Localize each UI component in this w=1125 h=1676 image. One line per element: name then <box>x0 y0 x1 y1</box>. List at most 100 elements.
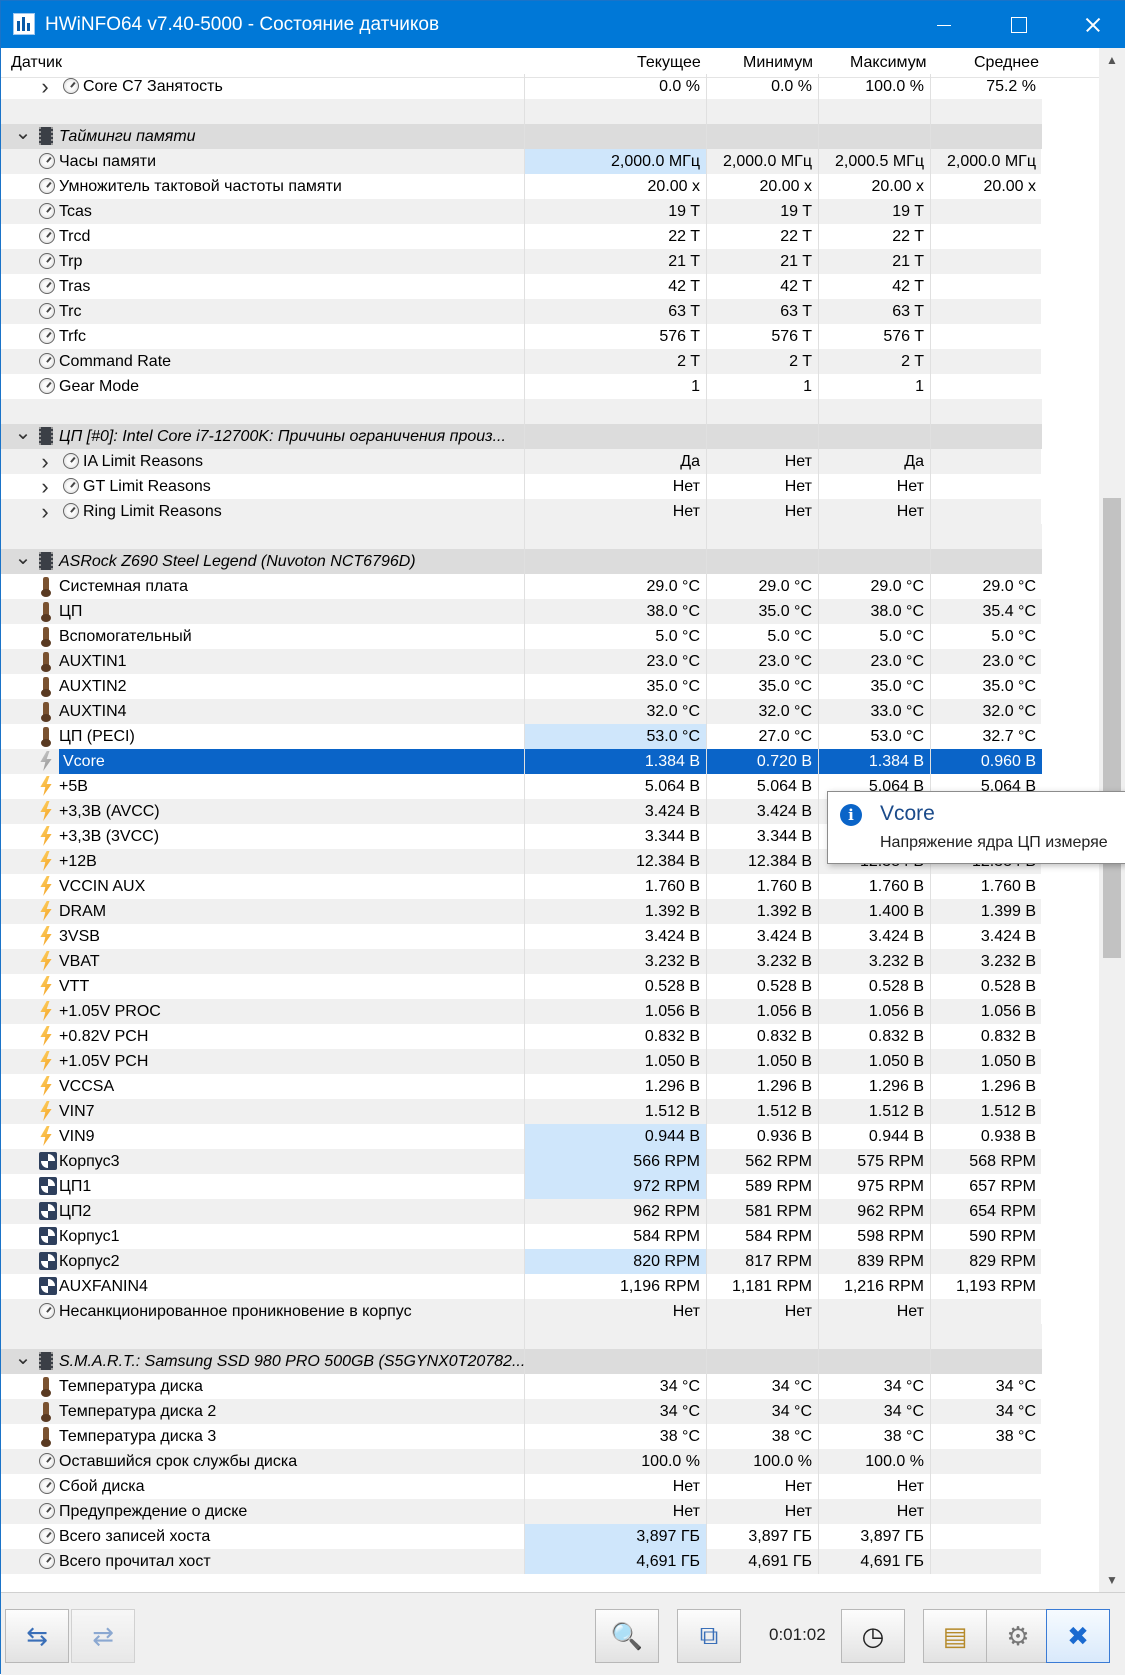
maximum-value: 5.0 °C <box>818 624 930 649</box>
clock-icon <box>39 378 55 394</box>
sensor-row[interactable]: 3VSB 3.424 В 3.424 В 3.424 В 3.424 В <box>1 924 1041 949</box>
sensor-row[interactable]: Системная плата 29.0 °C 29.0 °C 29.0 °C 29.0… <box>1 574 1041 599</box>
sensor-name-cell: Температура диска 3 <box>1 1424 524 1449</box>
voltage-bolt-icon <box>40 976 52 996</box>
collapse-chevron-icon[interactable]: ⌄ <box>13 423 33 449</box>
sensor-row[interactable]: VBAT 3.232 В 3.232 В 3.232 В 3.232 В <box>1 949 1041 974</box>
expand-chevron-icon[interactable]: › <box>35 449 55 474</box>
sensor-name-cell: › Core C7 Занятость <box>1 74 524 99</box>
toolbar-bottom: ⇆ ⇄ 🔍 ⧉ 0:01:02 ◷ ▤ ⚙ ✖ <box>1 1592 1125 1675</box>
sensor-row[interactable]: Сбой диска Нет Нет Нет <box>1 1474 1041 1499</box>
maximize-button[interactable] <box>983 1 1053 48</box>
sensor-row[interactable]: Температура диска 2 34 °C 34 °C 34 °C 34 °C <box>1 1399 1041 1424</box>
reset-timer-button[interactable]: ◷ <box>841 1609 905 1663</box>
search-sensors-button[interactable]: 🔍 <box>595 1609 659 1663</box>
sensor-row[interactable]: VTT 0.528 В 0.528 В 0.528 В 0.528 В <box>1 974 1041 999</box>
sensor-row[interactable]: Умножитель тактовой частоты памяти 20.00 … <box>1 174 1041 199</box>
sensor-name-cell: +12В <box>1 849 524 874</box>
scroll-down-icon[interactable]: ▼ <box>1099 1568 1125 1592</box>
scrollbar-thumb[interactable] <box>1103 498 1121 958</box>
sensor-row[interactable]: Оставшийся срок службы диска 100.0 % 100.0… <box>1 1449 1041 1474</box>
sensor-row[interactable]: ЦП (PECI) 53.0 °C 27.0 °C 53.0 °C 32.7 °C <box>1 724 1041 749</box>
sensor-group-row[interactable]: ⌄ S.M.A.R.T.: Samsung SSD 980 PRO 500GB (… <box>1 1348 1042 1374</box>
sensor-name-cell: +1.05V PCH <box>1 1049 524 1074</box>
nav-collapse-button[interactable]: ⇄ <box>71 1609 135 1663</box>
sensor-row[interactable]: AUXTIN2 35.0 °C 35.0 °C 35.0 °C 35.0 °C <box>1 674 1041 699</box>
average-value: 32.7 °C <box>930 724 1042 749</box>
sensor-row[interactable]: Всего прочитал хост 4,691 ГБ 4,691 ГБ 4,691… <box>1 1549 1041 1574</box>
sensor-row[interactable]: AUXFANIN4 1,196 RPM 1,181 RPM 1,216 RPM 1,19… <box>1 1274 1041 1299</box>
sensor-row[interactable]: VCCSA 1.296 В 1.296 В 1.296 В 1.296 В <box>1 1074 1041 1099</box>
maximum-value: Нет <box>818 474 930 499</box>
sensor-group-row[interactable]: ⌄ ASRock Z690 Steel Legend (Nuvoton NCT67… <box>1 548 1042 574</box>
sensor-row[interactable]: Корпус1 584 RPM 584 RPM 598 RPM 590 RPM <box>1 1224 1041 1249</box>
sensor-row[interactable]: ЦП2 962 RPM 581 RPM 962 RPM 654 RPM <box>1 1199 1041 1224</box>
settings-button[interactable]: ⚙ <box>986 1609 1050 1663</box>
collapse-chevron-icon[interactable]: ⌄ <box>13 123 33 149</box>
sensor-row[interactable]: +0.82V PCH 0.832 В 0.832 В 0.832 В 0.832 В <box>1 1024 1041 1049</box>
sensor-row[interactable]: Trcd 22 T 22 T 22 T <box>1 224 1041 249</box>
scroll-up-icon[interactable]: ▲ <box>1099 48 1125 72</box>
sensor-row[interactable]: Gear Mode 1 1 1 <box>1 374 1041 399</box>
maximum-value: 35.0 °C <box>818 674 930 699</box>
sensor-row[interactable]: Всего записей хоста 3,897 ГБ 3,897 ГБ 3,897… <box>1 1524 1041 1549</box>
sensor-row[interactable]: › Ring Limit Reasons Нет Нет Нет <box>1 499 1041 524</box>
minimum-value: Нет <box>706 499 818 524</box>
network-button[interactable]: ⧉ <box>677 1609 741 1663</box>
sensor-row[interactable]: › GT Limit Reasons Нет Нет Нет <box>1 474 1041 499</box>
close-sensors-button[interactable]: ✖ <box>1046 1609 1110 1663</box>
sensor-row[interactable]: VIN9 0.944 В 0.936 В 0.944 В 0.938 В <box>1 1124 1041 1149</box>
sensor-row[interactable]: Вспомогательный 5.0 °C 5.0 °C 5.0 °C 5.0 °C <box>1 624 1041 649</box>
sensor-row[interactable]: Trp 21 T 21 T 21 T <box>1 249 1041 274</box>
sensor-row[interactable]: ЦП1 972 RPM 589 RPM 975 RPM 657 RPM <box>1 1174 1041 1199</box>
sensor-row[interactable]: +1.05V PCH 1.050 В 1.050 В 1.050 В 1.050 В <box>1 1049 1041 1074</box>
sensor-row[interactable]: Tcas 19 T 19 T 19 T <box>1 199 1041 224</box>
close-window-button[interactable] <box>1057 1 1125 48</box>
sensor-name-cell: 3VSB <box>1 924 524 949</box>
collapse-chevron-icon[interactable]: ⌄ <box>13 548 33 574</box>
sensor-row[interactable]: AUXTIN4 32.0 °C 32.0 °C 33.0 °C 32.0 °C <box>1 699 1041 724</box>
sensor-row[interactable]: › Core C7 Занятость 0.0 % 0.0 % 100.0 % 75.2 … <box>1 74 1041 99</box>
sensor-name-cell: Trp <box>1 249 524 274</box>
expand-chevron-icon[interactable]: › <box>35 474 55 499</box>
app-icon[interactable] <box>13 13 35 35</box>
sensor-row[interactable]: Предупреждение о диске Нет Нет Нет <box>1 1499 1041 1524</box>
expand-chevron-icon[interactable]: › <box>35 499 55 524</box>
sensor-row[interactable]: Несанкционированное проникновение в корп… <box>1 1299 1041 1324</box>
sensor-row[interactable]: Trc 63 T 63 T 63 T <box>1 299 1041 324</box>
clock-icon <box>39 178 55 194</box>
maximum-value <box>818 1324 930 1349</box>
sensor-name-cell: Температура диска <box>1 1374 524 1399</box>
sensor-row[interactable]: Vcore 1.384 В 0.720 В 1.384 В 0.960 В <box>1 749 1042 774</box>
collapse-chevron-icon[interactable]: ⌄ <box>13 1348 33 1374</box>
logging-button[interactable]: ▤ <box>923 1609 987 1663</box>
sensor-row[interactable]: Корпус2 820 RPM 817 RPM 839 RPM 829 RPM <box>1 1249 1041 1274</box>
sensor-row[interactable]: VCCIN AUX 1.760 В 1.760 В 1.760 В 1.760 В <box>1 874 1041 899</box>
sensor-row[interactable]: Trfc 576 T 576 T 576 T <box>1 324 1041 349</box>
minimum-value <box>706 424 818 449</box>
nav-left-right-button[interactable]: ⇆ <box>5 1609 69 1663</box>
sensor-row[interactable]: +1.05V PROC 1.056 В 1.056 В 1.056 В 1.056 В <box>1 999 1041 1024</box>
sensor-row[interactable]: Корпус3 566 RPM 562 RPM 575 RPM 568 RPM <box>1 1149 1041 1174</box>
sensor-row[interactable]: › IA Limit Reasons Да Нет Да <box>1 449 1041 474</box>
sensor-name-cell: ЦП1 <box>1 1174 524 1199</box>
sensor-row[interactable]: VIN7 1.512 В 1.512 В 1.512 В 1.512 В <box>1 1099 1041 1124</box>
sensor-row[interactable]: Температура диска 34 °C 34 °C 34 °C 34 °C <box>1 1374 1041 1399</box>
current-value: 35.0 °C <box>524 674 706 699</box>
sensor-group-row[interactable]: ⌄ Тайминги памяти <box>1 123 1042 149</box>
sensor-row[interactable]: Температура диска 3 38 °C 38 °C 38 °C 38 °C <box>1 1424 1041 1449</box>
sensor-row[interactable]: DRAM 1.392 В 1.392 В 1.400 В 1.399 В <box>1 899 1041 924</box>
sensor-row[interactable]: AUXTIN1 23.0 °C 23.0 °C 23.0 °C 23.0 °C <box>1 649 1041 674</box>
sensor-row[interactable]: Command Rate 2 T2 T2 T <box>1 349 1041 374</box>
clock-icon <box>39 278 55 294</box>
expand-chevron-icon[interactable]: › <box>35 74 55 99</box>
sensor-group-row[interactable]: ⌄ ЦП [#0]: Intel Core i7-12700K: Причины … <box>1 423 1042 449</box>
maximum-value: 1 <box>818 374 930 399</box>
sensor-row[interactable]: Часы памяти 2,000.0 МГц 2,000.0 МГц 2,000.5… <box>1 149 1041 174</box>
sensor-row[interactable]: Tras 42 T 42 T 42 T <box>1 274 1041 299</box>
minimum-value <box>706 99 818 124</box>
sensor-name-cell: Предупреждение о диске <box>1 1499 524 1524</box>
sensor-name-cell: +3,3В (3VCC) <box>1 824 524 849</box>
sensor-row[interactable]: ЦП 38.0 °C 35.0 °C 38.0 °C 35.4 °C <box>1 599 1041 624</box>
minimize-button[interactable] <box>909 1 979 48</box>
